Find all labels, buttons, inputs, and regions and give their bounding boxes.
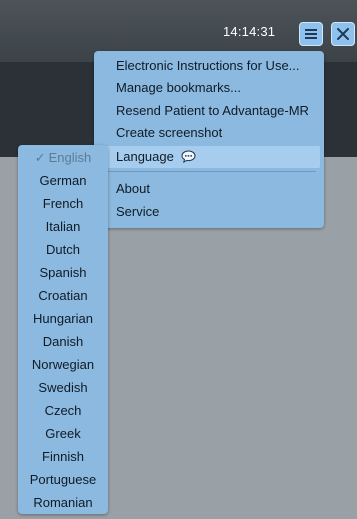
language-label: Italian bbox=[45, 219, 81, 234]
menu-item-label: Manage bookmarks... bbox=[116, 80, 242, 95]
language-label: Portuguese bbox=[29, 472, 97, 487]
language-item-norwegian[interactable]: Norwegian bbox=[18, 353, 108, 376]
language-label: Hungarian bbox=[33, 311, 93, 326]
language-item-english[interactable]: ✓ English bbox=[18, 146, 108, 169]
main-menu-button[interactable] bbox=[299, 22, 323, 46]
menu-item-about[interactable]: About bbox=[94, 178, 324, 200]
language-item-italian[interactable]: Italian bbox=[18, 215, 108, 238]
clock-time: 14:14:31 bbox=[223, 24, 276, 39]
speech-bubble-icon bbox=[181, 150, 196, 163]
close-button[interactable] bbox=[331, 22, 355, 46]
language-submenu: ✓ English German French Italian Dutch Spa… bbox=[18, 145, 108, 514]
language-label: Dutch bbox=[46, 242, 80, 257]
menu-item-label: About bbox=[116, 181, 150, 196]
menu-item-instructions[interactable]: Electronic Instructions for Use... bbox=[94, 55, 324, 77]
menu-item-label: Electronic Instructions for Use... bbox=[116, 58, 300, 73]
language-item-finnish[interactable]: Finnish bbox=[18, 445, 108, 468]
language-label: Croatian bbox=[38, 288, 88, 303]
language-item-french[interactable]: French bbox=[18, 192, 108, 215]
language-item-croatian[interactable]: Croatian bbox=[18, 284, 108, 307]
language-label: English bbox=[48, 150, 92, 165]
menu-item-manage-bookmarks[interactable]: Manage bookmarks... bbox=[94, 77, 324, 99]
language-item-hungarian[interactable]: Hungarian bbox=[18, 307, 108, 330]
language-label: Spanish bbox=[39, 265, 87, 280]
language-item-swedish[interactable]: Swedish bbox=[18, 376, 108, 399]
language-item-spanish[interactable]: Spanish bbox=[18, 261, 108, 284]
language-label: Swedish bbox=[38, 380, 88, 395]
menu-separator bbox=[102, 171, 316, 172]
language-item-greek[interactable]: Greek bbox=[18, 422, 108, 445]
menu-item-label: Language bbox=[116, 149, 174, 164]
language-label: German bbox=[39, 173, 87, 188]
menu-item-create-screenshot[interactable]: Create screenshot bbox=[94, 122, 324, 144]
language-item-german[interactable]: German bbox=[18, 169, 108, 192]
hamburger-icon bbox=[305, 29, 317, 39]
language-item-portuguese[interactable]: Portuguese bbox=[18, 468, 108, 491]
menu-item-label: Service bbox=[116, 204, 160, 219]
menu-item-label: Create screenshot bbox=[116, 125, 223, 140]
language-label: French bbox=[42, 196, 84, 211]
menu-item-label: Resend Patient to Advantage-MR bbox=[116, 103, 309, 118]
language-label: Finnish bbox=[42, 449, 84, 464]
language-label: Norwegian bbox=[31, 357, 95, 372]
language-item-czech[interactable]: Czech bbox=[18, 399, 108, 422]
language-label: Greek bbox=[45, 426, 81, 441]
close-icon bbox=[337, 28, 349, 40]
language-item-romanian[interactable]: Romanian bbox=[18, 491, 108, 514]
menu-item-language[interactable]: Language bbox=[102, 146, 320, 168]
language-label: Romanian bbox=[33, 495, 93, 510]
checkmark-icon: ✓ bbox=[34, 150, 46, 165]
language-label: Czech bbox=[44, 403, 82, 418]
language-label: Danish bbox=[42, 334, 84, 349]
language-item-dutch[interactable]: Dutch bbox=[18, 238, 108, 261]
menu-item-service[interactable]: Service bbox=[94, 201, 324, 223]
main-menu: Electronic Instructions for Use... Manag… bbox=[94, 51, 324, 228]
menu-item-resend-patient[interactable]: Resend Patient to Advantage-MR bbox=[94, 100, 324, 122]
language-item-danish[interactable]: Danish bbox=[18, 330, 108, 353]
